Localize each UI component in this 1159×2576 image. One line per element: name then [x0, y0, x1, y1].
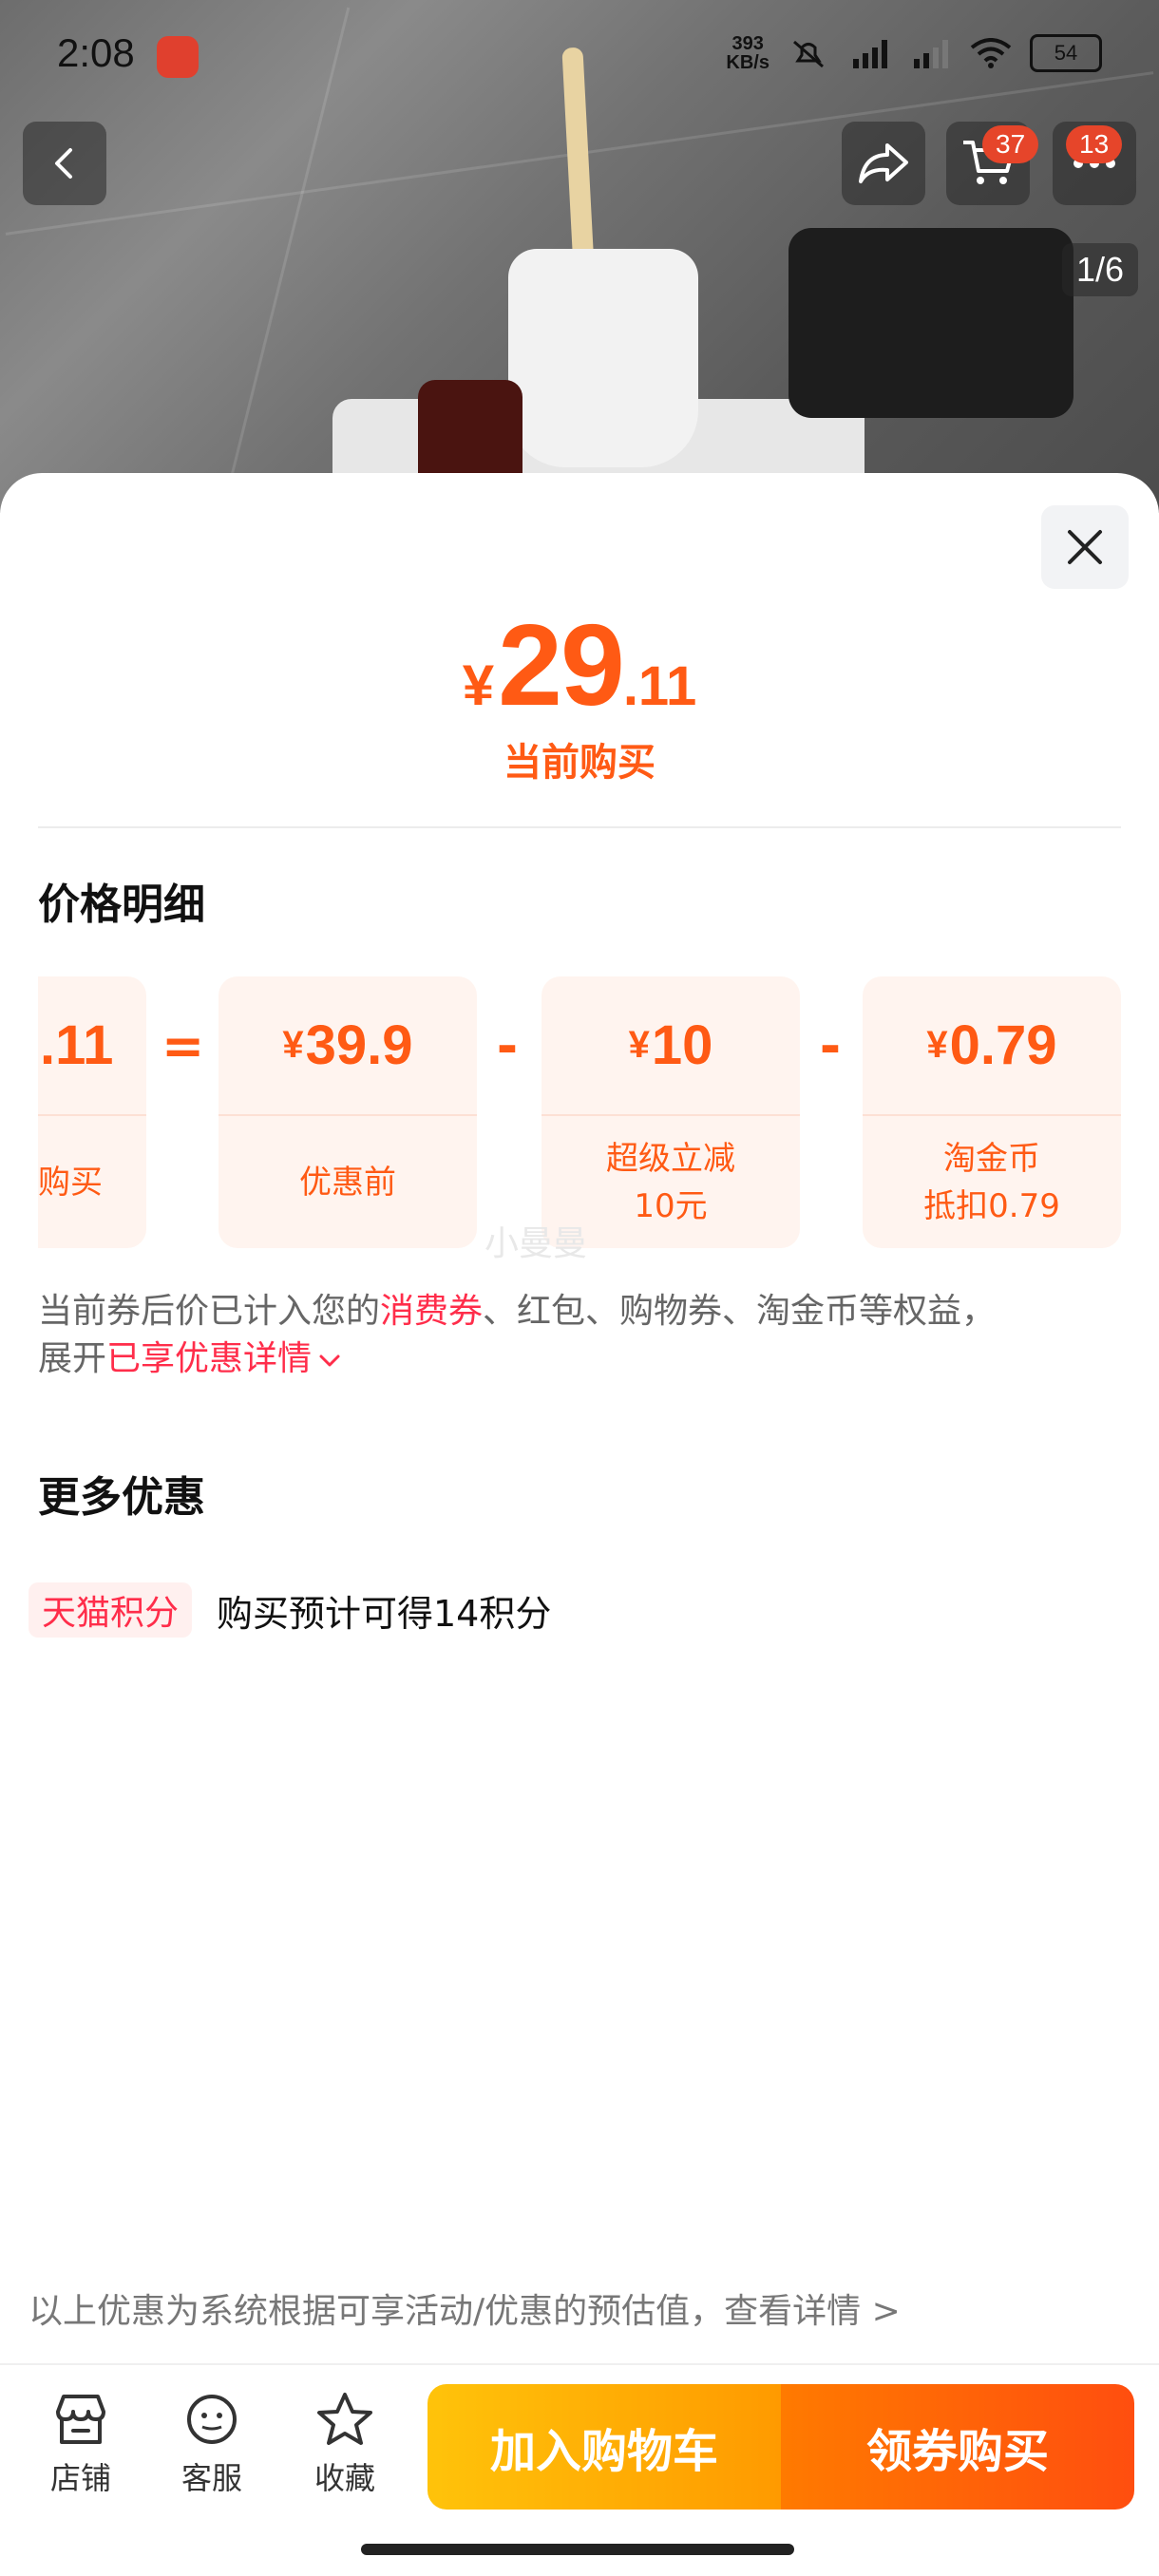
card-currency: ¥	[926, 1024, 948, 1066]
card-amount: .11	[40, 1014, 114, 1076]
price-caption: 当前购买	[504, 741, 656, 785]
watermark: 小曼曼	[484, 1224, 588, 1263]
bottle-shape	[788, 228, 1074, 418]
chevron-left-icon	[55, 148, 72, 179]
consumer-coupon-link[interactable]: 消费券	[380, 1292, 483, 1331]
more-badge: 13	[1066, 125, 1123, 163]
mute-icon	[793, 40, 824, 68]
signal-5g-icon	[914, 40, 948, 68]
note-text: 展开	[38, 1339, 107, 1378]
current-price: ¥ 29 .11	[0, 598, 1159, 731]
card-amount: 10	[651, 1014, 713, 1076]
home-indicator	[361, 2544, 794, 2555]
tmall-points-text: 购买预计可得14积分	[217, 1593, 552, 1635]
note-text: 当前券后价已计入您的	[38, 1292, 381, 1331]
card-value: .11	[38, 976, 146, 1116]
net-speed: 393 KB/s	[726, 34, 770, 72]
star-icon	[317, 2393, 372, 2445]
price-decimal: .11	[622, 655, 697, 717]
breakdown-card-coins: ¥ 0.79 淘金币 抵扣0.79	[863, 976, 1121, 1248]
breakdown-card-partial: .11 购买	[38, 976, 146, 1248]
customer-service-icon	[187, 2395, 237, 2444]
disclaimer-link[interactable]: 以上优惠为系统根据可享活动/优惠的预估值，查看详情 >	[28, 2283, 901, 2333]
card-label: 淘金币 抵扣0.79	[923, 1139, 1060, 1225]
card-amount: 0.79	[949, 1014, 1057, 1076]
divider	[38, 826, 1121, 828]
store-label: 店铺	[49, 2460, 111, 2496]
status-icons: 393 KB/s 54	[726, 34, 1102, 72]
customer-service-button[interactable]: 客服	[150, 2384, 274, 2498]
store-button[interactable]: 店铺	[19, 2384, 142, 2498]
share-button[interactable]	[842, 122, 925, 205]
app-notification-icon	[157, 36, 199, 78]
divider	[0, 2363, 1159, 2365]
net-speed-value: 393	[732, 33, 764, 54]
status-time: 2:08	[57, 30, 135, 75]
price-detail-sheet	[0, 473, 1159, 2576]
note-text: 、红包、购物券、淘金币等权益，	[483, 1292, 997, 1331]
card-amount: 39.9	[305, 1014, 413, 1076]
minus-operator: -	[496, 1016, 519, 1076]
card-value: ¥ 0.79	[863, 976, 1121, 1116]
breakdown-card-original: ¥ 39.9 优惠前	[218, 976, 477, 1248]
card-currency: ¥	[628, 1024, 650, 1066]
service-label: 客服	[180, 2460, 242, 2496]
card-currency: ¥	[282, 1024, 304, 1066]
card-value: ¥ 39.9	[218, 976, 477, 1116]
battery-icon: 54	[1030, 34, 1102, 72]
close-icon	[1068, 530, 1102, 564]
card-label: 优惠前	[299, 1163, 396, 1202]
equals-operator: =	[162, 1016, 205, 1076]
claim-coupon-buy-button[interactable]: 领券购买	[781, 2384, 1134, 2510]
breakdown-title: 价格明细	[38, 881, 205, 929]
net-speed-unit: KB/s	[726, 52, 770, 73]
price-currency: ¥	[462, 653, 495, 717]
breakdown-card-discount: ¥ 10 超级立减 10元	[542, 976, 800, 1248]
cart-badge: 37	[982, 125, 1039, 163]
favorite-button[interactable]: 收藏	[283, 2384, 407, 2498]
close-button[interactable]	[1041, 505, 1129, 589]
back-button[interactable]	[23, 122, 106, 205]
price-integer: 29	[498, 600, 625, 729]
signal-4g-icon	[853, 40, 887, 68]
add-to-cart-button[interactable]: 加入购物车	[428, 2384, 781, 2510]
chevron-down-icon[interactable]	[315, 1349, 344, 1372]
card-label: 购买	[38, 1163, 103, 1202]
share-icon	[859, 143, 908, 183]
wifi-icon	[970, 38, 1012, 68]
breakdown-note: 当前券后价已计入您的消费券、红包、购物券、淘金币等权益， 展开已享优惠详情	[38, 1288, 1121, 1383]
expand-discount-details-link[interactable]: 已享优惠详情	[106, 1339, 312, 1378]
minus-operator: -	[819, 1016, 842, 1076]
cup-shape	[508, 249, 698, 467]
status-bar: 2:08 393 KB/s 54	[0, 0, 1159, 114]
tmall-points-tag: 天猫积分	[28, 1582, 193, 1638]
store-icon	[56, 2395, 105, 2444]
card-value: ¥ 10	[542, 976, 800, 1116]
image-index: 1/6	[1062, 243, 1138, 296]
favorite-label: 收藏	[314, 2460, 375, 2496]
more-offers-title: 更多优惠	[38, 1473, 205, 1522]
